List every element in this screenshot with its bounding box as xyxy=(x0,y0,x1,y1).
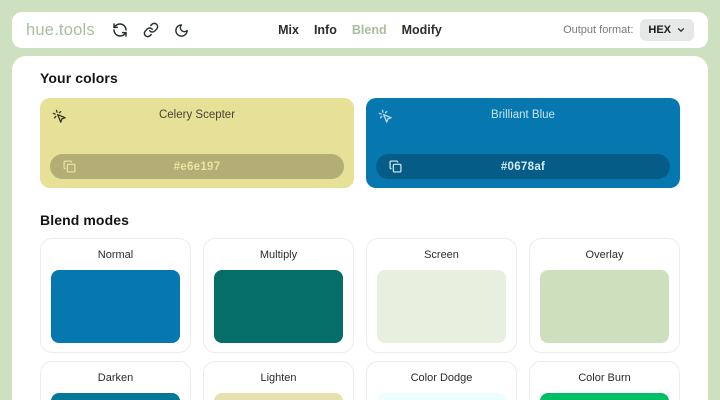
output-format: Output format: HEX xyxy=(563,19,694,41)
output-format-select[interactable]: HEX xyxy=(640,19,694,41)
blend-mode-swatch[interactable] xyxy=(540,270,669,343)
pointer-click-icon[interactable] xyxy=(378,108,394,124)
main-panel: Your colors Celery Scepter #e6e197 xyxy=(12,56,708,400)
output-format-label: Output format: xyxy=(563,24,633,36)
link-icon[interactable] xyxy=(142,21,160,39)
color-card-1[interactable]: Celery Scepter #e6e197 xyxy=(40,98,354,188)
color-card-2[interactable]: Brilliant Blue #0678af xyxy=(366,98,680,188)
blend-modes-grid: Normal Multiply Screen Overlay Darken Li… xyxy=(40,238,680,400)
copy-icon xyxy=(389,160,402,173)
blend-mode-swatch[interactable] xyxy=(51,393,180,400)
pointer-click-icon[interactable] xyxy=(52,108,68,124)
your-colors-title: Your colors xyxy=(40,70,680,86)
sync-icon[interactable] xyxy=(111,21,129,39)
nav-blend[interactable]: Blend xyxy=(352,23,387,37)
color-name: Brilliant Blue xyxy=(366,109,680,121)
blend-card-overlay: Overlay xyxy=(529,238,680,353)
blend-card-color-dodge: Color Dodge xyxy=(366,361,517,400)
blend-card-screen: Screen xyxy=(366,238,517,353)
blend-modes-title: Blend modes xyxy=(40,212,680,228)
blend-mode-swatch[interactable] xyxy=(214,270,343,343)
blend-mode-swatch[interactable] xyxy=(377,270,506,343)
blend-card-color-burn: Color Burn xyxy=(529,361,680,400)
blend-mode-label: Color Dodge xyxy=(377,372,506,385)
copy-hex-button[interactable]: #e6e197 xyxy=(50,154,344,179)
main-nav: Mix Info Blend Modify xyxy=(278,23,442,37)
blend-mode-label: Normal xyxy=(51,249,180,262)
blend-card-normal: Normal xyxy=(40,238,191,353)
chevron-down-icon xyxy=(676,25,686,35)
blend-mode-label: Screen xyxy=(377,249,506,262)
blend-card-lighten: Lighten xyxy=(203,361,354,400)
nav-mix[interactable]: Mix xyxy=(278,23,299,37)
blend-mode-label: Overlay xyxy=(540,249,669,262)
app-header: hue.tools Mix Info Blend Modify Output f… xyxy=(12,12,708,48)
blend-card-multiply: Multiply xyxy=(203,238,354,353)
blend-card-darken: Darken xyxy=(40,361,191,400)
hex-value: #0678af xyxy=(501,161,545,173)
hex-value: #e6e197 xyxy=(174,161,221,173)
color-name: Celery Scepter xyxy=(40,109,354,121)
app-logo[interactable]: hue.tools xyxy=(26,21,95,40)
output-format-value: HEX xyxy=(648,24,671,36)
blend-mode-label: Color Burn xyxy=(540,372,669,385)
colors-grid: Celery Scepter #e6e197 Brilliant Blue xyxy=(40,98,680,188)
blend-mode-swatch[interactable] xyxy=(377,393,506,400)
blend-mode-swatch[interactable] xyxy=(540,393,669,400)
blend-mode-label: Multiply xyxy=(214,249,343,262)
header-icon-group xyxy=(111,21,191,39)
moon-icon[interactable] xyxy=(173,21,191,39)
nav-modify[interactable]: Modify xyxy=(402,23,442,37)
blend-mode-label: Darken xyxy=(51,372,180,385)
copy-hex-button[interactable]: #0678af xyxy=(376,154,670,179)
blend-mode-swatch[interactable] xyxy=(214,393,343,400)
nav-info[interactable]: Info xyxy=(314,23,337,37)
blend-mode-label: Lighten xyxy=(214,372,343,385)
copy-icon xyxy=(63,160,76,173)
blend-mode-swatch[interactable] xyxy=(51,270,180,343)
